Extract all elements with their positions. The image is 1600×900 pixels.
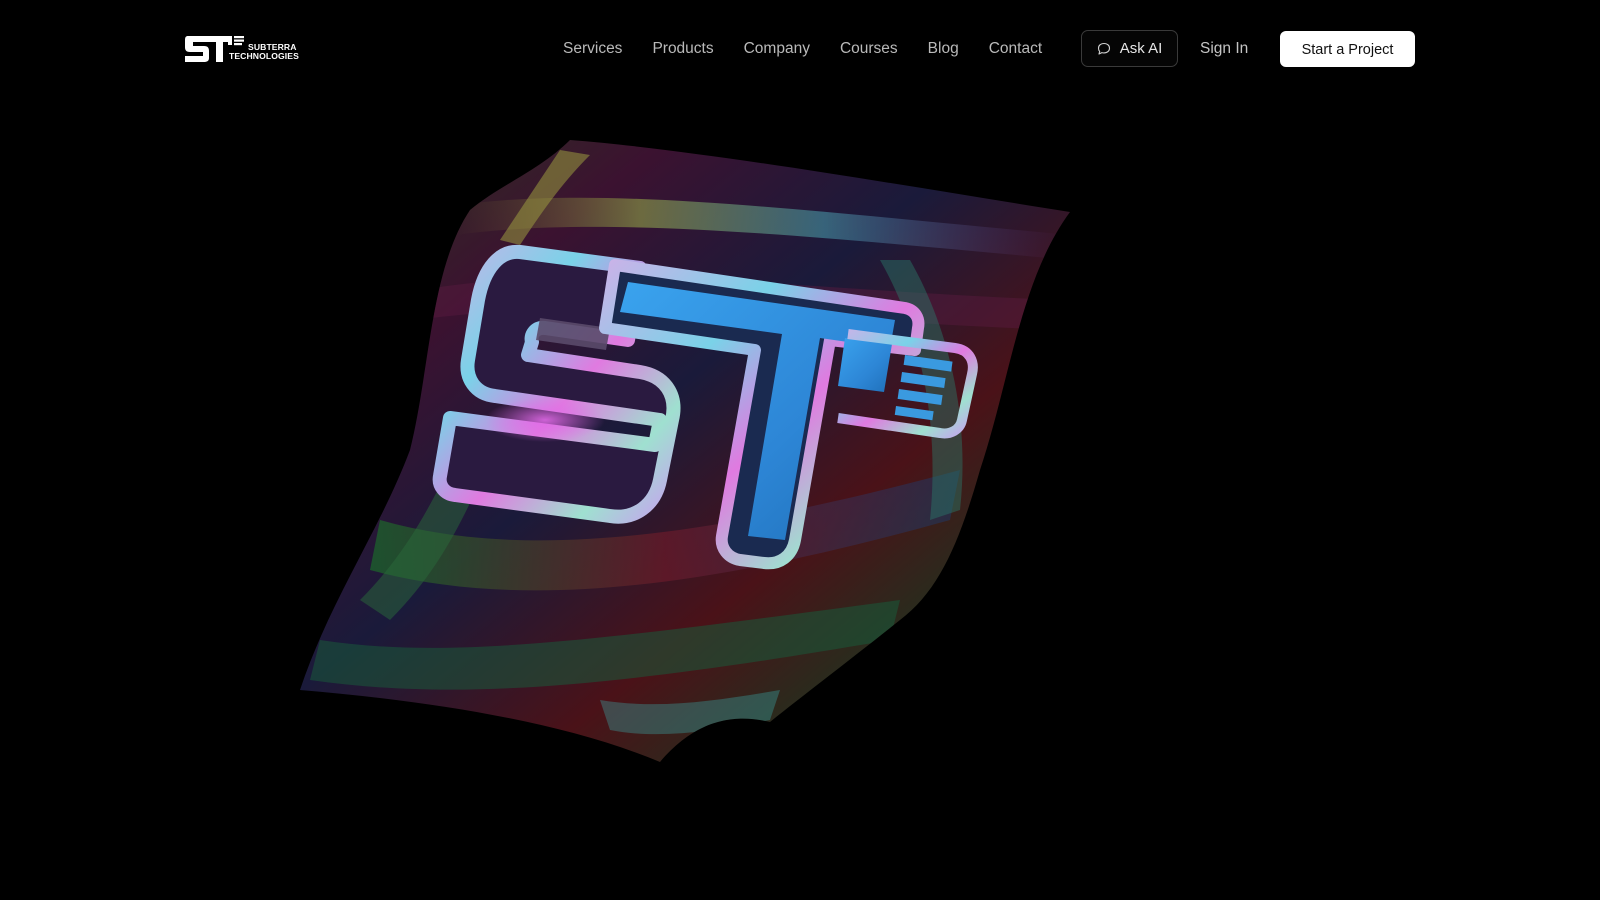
brand-name-line2: TECHNOLOGIES bbox=[229, 51, 299, 61]
nav-products[interactable]: Products bbox=[637, 30, 728, 68]
nav-services[interactable]: Services bbox=[548, 30, 637, 68]
hero-flag-artwork bbox=[300, 140, 1070, 762]
nav-company[interactable]: Company bbox=[729, 30, 825, 68]
nav-courses[interactable]: Courses bbox=[825, 30, 913, 68]
ask-ai-label: Ask AI bbox=[1119, 40, 1163, 57]
flag-logo bbox=[432, 244, 978, 570]
chat-bubble-icon bbox=[1097, 42, 1110, 55]
site-header: SUBTERRA TECHNOLOGIES Services Products … bbox=[0, 0, 1600, 98]
nav-blog[interactable]: Blog bbox=[913, 30, 974, 68]
ask-ai-button[interactable]: Ask AI bbox=[1081, 30, 1178, 67]
main-nav: Services Products Company Courses Blog C… bbox=[548, 30, 1057, 68]
nav-contact[interactable]: Contact bbox=[974, 30, 1057, 68]
flag-cloth bbox=[300, 140, 1070, 762]
brand-logo[interactable]: SUBTERRA TECHNOLOGIES bbox=[184, 33, 310, 65]
brand-wordmark: SUBTERRA TECHNOLOGIES bbox=[229, 43, 299, 61]
sign-in-link[interactable]: Sign In bbox=[1200, 30, 1248, 68]
page: SUBTERRA TECHNOLOGIES Services Products … bbox=[0, 0, 1600, 900]
start-project-button[interactable]: Start a Project bbox=[1280, 31, 1415, 67]
